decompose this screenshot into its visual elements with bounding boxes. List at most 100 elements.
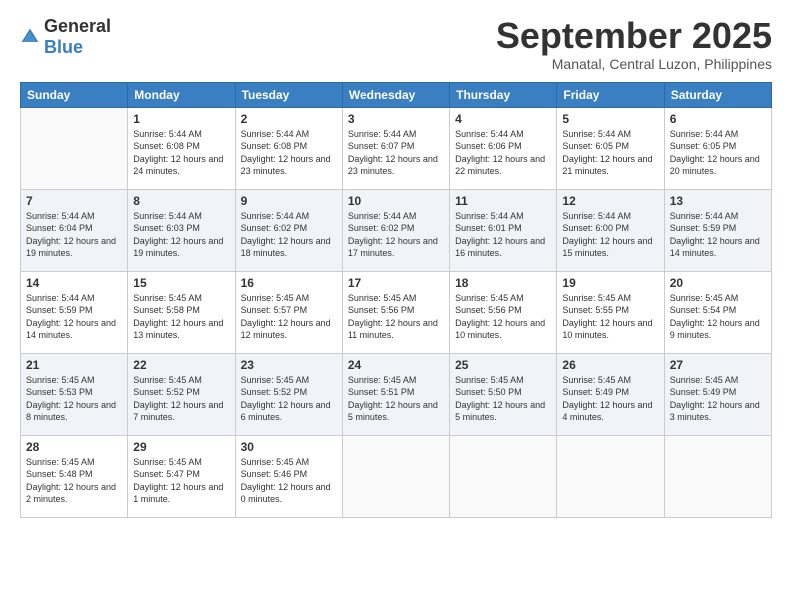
day-info: Sunrise: 5:44 AMSunset: 5:59 PMDaylight:… <box>670 210 766 260</box>
table-row: 8Sunrise: 5:44 AMSunset: 6:03 PMDaylight… <box>128 189 235 271</box>
day-info: Sunrise: 5:44 AMSunset: 6:01 PMDaylight:… <box>455 210 551 260</box>
day-info: Sunrise: 5:45 AMSunset: 5:56 PMDaylight:… <box>455 292 551 342</box>
table-row: 1 Sunrise: 5:44 AMSunset: 6:08 PMDaylight… <box>128 107 235 189</box>
logo: General Blue <box>20 16 111 58</box>
day-info: Sunrise: 5:44 AMSunset: 6:06 PMDaylight:… <box>455 128 551 178</box>
day-number: 25 <box>455 358 551 372</box>
table-row: 30Sunrise: 5:45 AMSunset: 5:46 PMDayligh… <box>235 435 342 517</box>
table-row: 20Sunrise: 5:45 AMSunset: 5:54 PMDayligh… <box>664 271 771 353</box>
table-row: 27 Sunrise: 5:45 AMSunset: 5:49 PMDayligh… <box>664 353 771 435</box>
location-subtitle: Manatal, Central Luzon, Philippines <box>496 56 772 72</box>
table-row: 23 Sunrise: 5:45 AMSunset: 5:52 PMDayligh… <box>235 353 342 435</box>
day-number: 13 <box>670 194 766 208</box>
day-info: Sunrise: 5:45 AMSunset: 5:52 PMDaylight:… <box>133 374 229 424</box>
table-row: 6 Sunrise: 5:44 AMSunset: 6:05 PMDaylight… <box>664 107 771 189</box>
table-row: 15 Sunrise: 5:45 AMSunset: 5:58 PMDayligh… <box>128 271 235 353</box>
table-row: 18 Sunrise: 5:45 AMSunset: 5:56 PMDayligh… <box>450 271 557 353</box>
day-number: 3 <box>348 112 444 126</box>
day-info: Sunrise: 5:44 AMSunset: 6:08 PMDaylight:… <box>133 128 229 178</box>
col-monday: Monday <box>128 82 235 107</box>
day-info: Sunrise: 5:44 AMSunset: 6:05 PMDaylight:… <box>670 128 766 178</box>
day-number: 8 <box>133 194 229 208</box>
table-row: 4Sunrise: 5:44 AMSunset: 6:06 PMDaylight… <box>450 107 557 189</box>
day-number: 20 <box>670 276 766 290</box>
day-number: 6 <box>670 112 766 126</box>
day-number: 29 <box>133 440 229 454</box>
table-row: 22 Sunrise: 5:45 AMSunset: 5:52 PMDayligh… <box>128 353 235 435</box>
logo-general: General <box>44 16 111 36</box>
col-sunday: Sunday <box>21 82 128 107</box>
day-number: 27 <box>670 358 766 372</box>
table-row: 29Sunrise: 5:45 AMSunset: 5:47 PMDayligh… <box>128 435 235 517</box>
day-info: Sunrise: 5:45 AMSunset: 5:51 PMDaylight:… <box>348 374 444 424</box>
calendar-week-row: 21 Sunrise: 5:45 AMSunset: 5:53 PMDayligh… <box>21 353 772 435</box>
day-info: Sunrise: 5:45 AMSunset: 5:53 PMDaylight:… <box>26 374 122 424</box>
table-row <box>450 435 557 517</box>
day-number: 28 <box>26 440 122 454</box>
day-info: Sunrise: 5:44 AMSunset: 6:00 PMDaylight:… <box>562 210 658 260</box>
table-row: 24 Sunrise: 5:45 AMSunset: 5:51 PMDayligh… <box>342 353 449 435</box>
day-number: 15 <box>133 276 229 290</box>
calendar-week-row: 28 Sunrise: 5:45 AMSunset: 5:48 PMDayligh… <box>21 435 772 517</box>
day-info: Sunrise: 5:44 AMSunset: 6:08 PMDaylight:… <box>241 128 337 178</box>
day-info: Sunrise: 5:44 AMSunset: 6:02 PMDaylight:… <box>348 210 444 260</box>
day-number: 2 <box>241 112 337 126</box>
col-wednesday: Wednesday <box>342 82 449 107</box>
day-number: 30 <box>241 440 337 454</box>
day-number: 24 <box>348 358 444 372</box>
table-row: 14Sunrise: 5:44 AMSunset: 5:59 PMDayligh… <box>21 271 128 353</box>
day-number: 18 <box>455 276 551 290</box>
logo-icon <box>20 27 40 47</box>
col-saturday: Saturday <box>664 82 771 107</box>
day-info: Sunrise: 5:44 AMSunset: 6:05 PMDaylight:… <box>562 128 658 178</box>
calendar-week-row: 14Sunrise: 5:44 AMSunset: 5:59 PMDayligh… <box>21 271 772 353</box>
col-friday: Friday <box>557 82 664 107</box>
table-row: 19Sunrise: 5:45 AMSunset: 5:55 PMDayligh… <box>557 271 664 353</box>
day-info: Sunrise: 5:45 AMSunset: 5:58 PMDaylight:… <box>133 292 229 342</box>
table-row: 28 Sunrise: 5:45 AMSunset: 5:48 PMDayligh… <box>21 435 128 517</box>
table-row <box>664 435 771 517</box>
logo-text: General Blue <box>44 16 111 58</box>
calendar-page: General Blue September 2025 Manatal, Cen… <box>0 0 792 612</box>
day-info: Sunrise: 5:45 AMSunset: 5:50 PMDaylight:… <box>455 374 551 424</box>
day-info: Sunrise: 5:45 AMSunset: 5:49 PMDaylight:… <box>562 374 658 424</box>
day-info: Sunrise: 5:45 AMSunset: 5:56 PMDaylight:… <box>348 292 444 342</box>
month-title: September 2025 <box>496 16 772 56</box>
table-row: 21 Sunrise: 5:45 AMSunset: 5:53 PMDayligh… <box>21 353 128 435</box>
day-number: 5 <box>562 112 658 126</box>
table-row <box>342 435 449 517</box>
logo-blue: Blue <box>44 37 83 57</box>
title-section: September 2025 Manatal, Central Luzon, P… <box>496 16 772 72</box>
calendar-week-row: 1 Sunrise: 5:44 AMSunset: 6:08 PMDaylight… <box>21 107 772 189</box>
day-info: Sunrise: 5:45 AMSunset: 5:57 PMDaylight:… <box>241 292 337 342</box>
calendar-week-row: 7Sunrise: 5:44 AMSunset: 6:04 PMDaylight… <box>21 189 772 271</box>
table-row: 16Sunrise: 5:45 AMSunset: 5:57 PMDayligh… <box>235 271 342 353</box>
day-number: 23 <box>241 358 337 372</box>
day-info: Sunrise: 5:45 AMSunset: 5:48 PMDaylight:… <box>26 456 122 506</box>
day-number: 11 <box>455 194 551 208</box>
day-info: Sunrise: 5:44 AMSunset: 6:02 PMDaylight:… <box>241 210 337 260</box>
header: General Blue September 2025 Manatal, Cen… <box>20 16 772 72</box>
col-tuesday: Tuesday <box>235 82 342 107</box>
day-number: 21 <box>26 358 122 372</box>
day-info: Sunrise: 5:44 AMSunset: 5:59 PMDaylight:… <box>26 292 122 342</box>
day-info: Sunrise: 5:44 AMSunset: 6:07 PMDaylight:… <box>348 128 444 178</box>
table-row: 12 Sunrise: 5:44 AMSunset: 6:00 PMDayligh… <box>557 189 664 271</box>
day-info: Sunrise: 5:45 AMSunset: 5:49 PMDaylight:… <box>670 374 766 424</box>
table-row: 5 Sunrise: 5:44 AMSunset: 6:05 PMDaylight… <box>557 107 664 189</box>
day-number: 9 <box>241 194 337 208</box>
day-number: 22 <box>133 358 229 372</box>
table-row: 17Sunrise: 5:45 AMSunset: 5:56 PMDayligh… <box>342 271 449 353</box>
table-row: 13 Sunrise: 5:44 AMSunset: 5:59 PMDayligh… <box>664 189 771 271</box>
day-number: 1 <box>133 112 229 126</box>
calendar-header-row: Sunday Monday Tuesday Wednesday Thursday… <box>21 82 772 107</box>
table-row: 2 Sunrise: 5:44 AMSunset: 6:08 PMDaylight… <box>235 107 342 189</box>
table-row <box>557 435 664 517</box>
day-info: Sunrise: 5:45 AMSunset: 5:52 PMDaylight:… <box>241 374 337 424</box>
day-number: 19 <box>562 276 658 290</box>
day-number: 12 <box>562 194 658 208</box>
table-row: 3 Sunrise: 5:44 AMSunset: 6:07 PMDaylight… <box>342 107 449 189</box>
day-number: 7 <box>26 194 122 208</box>
table-row: 10Sunrise: 5:44 AMSunset: 6:02 PMDayligh… <box>342 189 449 271</box>
table-row <box>21 107 128 189</box>
